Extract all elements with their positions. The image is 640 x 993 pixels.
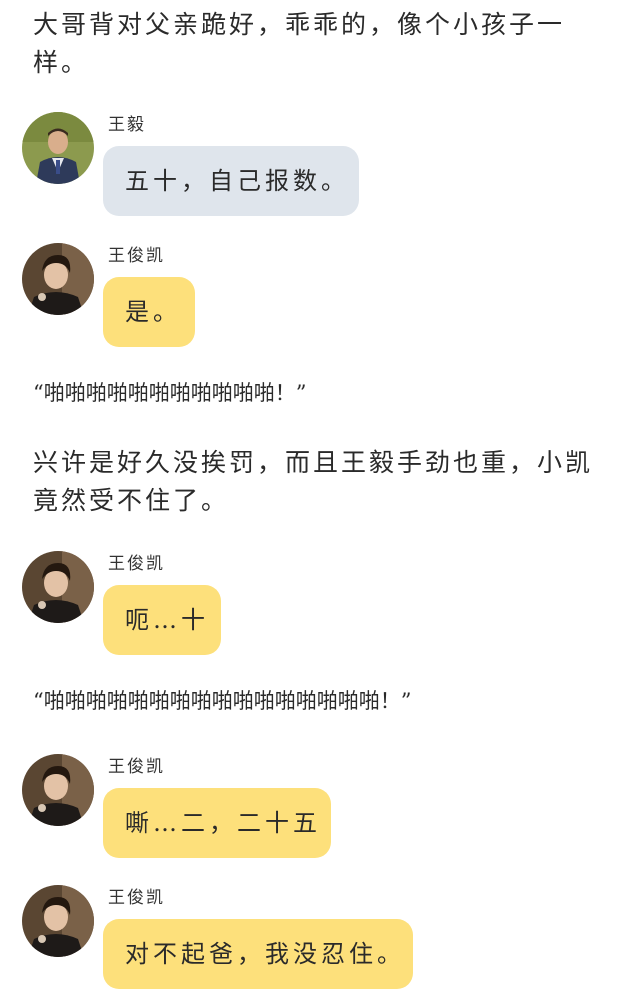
narration-text: 大哥背对父亲跪好，乖乖的，像个小孩子一样。 — [33, 10, 566, 77]
avatar[interactable] — [22, 112, 94, 184]
avatar[interactable] — [22, 551, 94, 623]
sound-effect-text: “啪啪啪啪啪啪啪啪啪啪啪啪啪啪啪啪！” — [33, 689, 412, 713]
avatar[interactable] — [22, 754, 94, 826]
message-bubble: 呃…十 — [103, 585, 221, 655]
avatar[interactable] — [22, 243, 94, 315]
message-bubble: 是。 — [103, 277, 195, 347]
narration-text: 兴许是好久没挨罚，而且王毅手劲也重，小凯竟然受不住了。 — [33, 448, 594, 515]
sender-name: 王俊凯 — [108, 757, 165, 777]
message-bubble: 对不起爸，我没忍住。 — [103, 919, 413, 989]
sound-effect-text: “啪啪啪啪啪啪啪啪啪啪啪！” — [33, 381, 307, 405]
sender-name: 王毅 — [108, 115, 146, 135]
message-bubble: 嘶…二，二十五 — [103, 788, 331, 858]
sender-name: 王俊凯 — [108, 888, 165, 908]
message-bubble: 五十，自己报数。 — [103, 146, 359, 216]
sender-name: 王俊凯 — [108, 554, 165, 574]
sender-name: 王俊凯 — [108, 246, 165, 266]
avatar[interactable] — [22, 885, 94, 957]
